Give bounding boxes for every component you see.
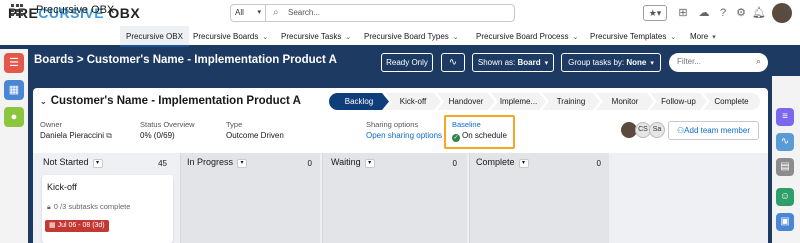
- calendar-icon: ▦: [49, 222, 58, 229]
- column-count: 0: [596, 159, 601, 168]
- left-utility-rail: [0, 49, 28, 243]
- nav-tab-precursive-tasks[interactable]: Precursive Tasks ⌄: [275, 26, 357, 47]
- chevron-down-icon: ▾: [650, 60, 654, 67]
- stage-implementation[interactable]: Impleme...: [491, 93, 546, 110]
- project-title[interactable]: ⌄ Customer's Name - Implementation Produc…: [40, 95, 301, 107]
- documents-icon[interactable]: ▤: [776, 158, 794, 176]
- nav-tab-precursive-board-process[interactable]: Precursive Board Process ⌄: [470, 26, 584, 47]
- lock-icon: 🔒︎: [47, 204, 51, 211]
- column-title: Complete ▾: [476, 157, 529, 168]
- global-add-icon[interactable]: ⊞: [675, 6, 691, 20]
- column-title: In Progress ▾: [187, 157, 248, 168]
- owner-value: Daniela Pieraccini ⧉: [40, 131, 112, 140]
- nav-tab-precursive-templates[interactable]: Precursive Templates ⌄: [584, 26, 682, 47]
- lightbulb-icon[interactable]: ●: [4, 107, 24, 127]
- team-member-initials[interactable]: Sa: [649, 122, 665, 138]
- check-circle-icon: ✓: [452, 134, 460, 142]
- baseline-label: Baseline: [452, 120, 481, 129]
- baseline-status: ✓ On schedule: [452, 131, 507, 142]
- global-search-input[interactable]: ⌕ Search...: [266, 4, 515, 22]
- nav-tab-more[interactable]: More ▾: [684, 26, 722, 47]
- add-team-member-button[interactable]: ⚇Add team member: [668, 121, 759, 140]
- status-overview-label: Status Overview: [140, 120, 195, 129]
- column-menu-dropdown[interactable]: ▾: [237, 159, 248, 168]
- board-grid-icon[interactable]: ▦: [4, 80, 24, 100]
- stage-follow-up[interactable]: Follow-up: [650, 93, 707, 110]
- layout-icon[interactable]: ▣: [776, 213, 794, 231]
- activity-pulse-icon[interactable]: ∿: [776, 133, 794, 151]
- type-label: Type: [226, 120, 243, 129]
- chevron-down-icon: ⌄: [262, 34, 269, 41]
- pulse-activity-icon[interactable]: ∿: [441, 53, 465, 72]
- chevron-down-icon: ▾: [257, 9, 261, 16]
- chevron-down-icon: ⌄: [345, 34, 352, 41]
- chevron-down-icon: ▾: [712, 34, 716, 41]
- stage-monitor[interactable]: Monitor: [596, 93, 654, 110]
- task-subtasks: 🔒︎ 0 /3 subtasks complete: [47, 202, 131, 211]
- chevron-down-icon: ▾: [544, 60, 549, 67]
- sharing-options-label: Sharing options: [366, 120, 419, 129]
- notifications-bell-icon[interactable]: 🔔︎: [751, 6, 767, 20]
- stage-kick-off[interactable]: Kick-off: [385, 93, 441, 110]
- edit-owner-icon[interactable]: ⧉: [106, 131, 112, 140]
- column-menu-dropdown[interactable]: ▾: [518, 159, 529, 168]
- shown-as-dropdown[interactable]: Shown as: Board ▾: [472, 53, 554, 72]
- filter-input[interactable]: Filter... ⌕: [669, 53, 768, 72]
- column-menu-dropdown[interactable]: ▾: [92, 159, 103, 168]
- nav-tab-precursive-boards[interactable]: Precursive Boards ⌄: [187, 26, 274, 47]
- column-count: 0: [307, 159, 312, 168]
- column-count: 0: [452, 159, 457, 168]
- owner-label: Owner: [40, 120, 63, 129]
- board-breadcrumb: Boards > Customer's Name - Implementatio…: [34, 54, 337, 66]
- chevron-down-icon: ⌄: [452, 34, 459, 41]
- chevron-down-icon: ⌄: [670, 34, 677, 41]
- chevron-down-icon: ⌄: [572, 34, 579, 41]
- trailhead-icon[interactable]: ☁: [696, 6, 712, 20]
- edit-nav-pencil-icon[interactable]: ✎: [783, 4, 791, 15]
- task-list-icon[interactable]: ☰: [4, 53, 24, 73]
- settings-gear-icon[interactable]: ⚙: [733, 6, 749, 20]
- task-date-badge: ▦ Jul 06 - 08 (3d): [45, 220, 109, 232]
- stage-handover[interactable]: Handover: [437, 93, 495, 110]
- stage-training[interactable]: Training: [542, 93, 600, 110]
- app-launcher-icon[interactable]: [11, 4, 23, 16]
- task-title[interactable]: Kick-off: [47, 182, 77, 192]
- status-overview-value: 0% (0/69): [140, 131, 175, 140]
- stage-complete[interactable]: Complete: [703, 93, 760, 110]
- type-value: Outcome Driven: [226, 131, 284, 140]
- nav-tab-precursive-board-types[interactable]: Precursive Board Types ⌄: [358, 26, 465, 47]
- open-sharing-options-link[interactable]: Open sharing options: [366, 131, 442, 140]
- column-count: 45: [158, 159, 167, 168]
- contacts-icon[interactable]: ☺: [776, 188, 794, 206]
- ready-only-button[interactable]: Ready Only: [381, 53, 433, 72]
- column-title: Waiting ▾: [331, 157, 375, 168]
- notes-list-icon[interactable]: ≡: [776, 108, 794, 126]
- search-icon: ⌕: [273, 7, 279, 18]
- help-icon[interactable]: ?: [715, 6, 731, 20]
- search-scope-select[interactable]: All ▾: [230, 4, 266, 22]
- search-icon: ⌕: [755, 56, 761, 66]
- group-tasks-by-dropdown[interactable]: Group tasks by: None ▾: [561, 53, 661, 72]
- stage-backlog[interactable]: Backlog: [329, 93, 389, 110]
- chevron-down-icon: ⌄: [40, 97, 47, 106]
- column-title: Not Started ▾: [43, 157, 103, 168]
- column-menu-dropdown[interactable]: ▾: [364, 159, 375, 168]
- favorites-button[interactable]: ★▾: [643, 5, 667, 21]
- app-name: Precursive OBX: [36, 4, 115, 16]
- nav-tab-precursive-obx[interactable]: Precursive OBX: [120, 26, 189, 47]
